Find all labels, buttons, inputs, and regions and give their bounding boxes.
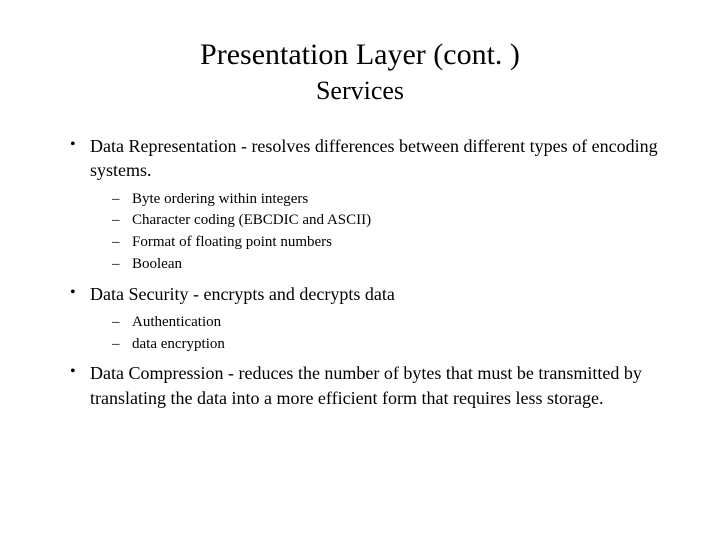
slide-title: Presentation Layer (cont. ) xyxy=(48,38,672,72)
list-item-text: Data Security - encrypts and decrypts da… xyxy=(90,284,395,304)
slide-content: Data Representation - resolves differenc… xyxy=(48,134,672,410)
list-subitem: Boolean xyxy=(110,254,662,276)
list-subitem: Byte ordering within integers xyxy=(110,189,662,211)
slide-subtitle: Services xyxy=(48,76,672,106)
list-item: Data Representation - resolves differenc… xyxy=(68,134,662,276)
list-subitem: Format of floating point numbers xyxy=(110,232,662,254)
list-item: Data Security - encrypts and decrypts da… xyxy=(68,282,662,356)
list-item-text: Data Compression - reduces the number of… xyxy=(90,363,642,407)
list-subitem: Authentication xyxy=(110,312,662,334)
list-subitem: Character coding (EBCDIC and ASCII) xyxy=(110,210,662,232)
list-subitem: data encryption xyxy=(110,334,662,356)
list-item-text: Data Representation - resolves differenc… xyxy=(90,136,658,180)
list-item: Data Compression - reduces the number of… xyxy=(68,361,662,410)
